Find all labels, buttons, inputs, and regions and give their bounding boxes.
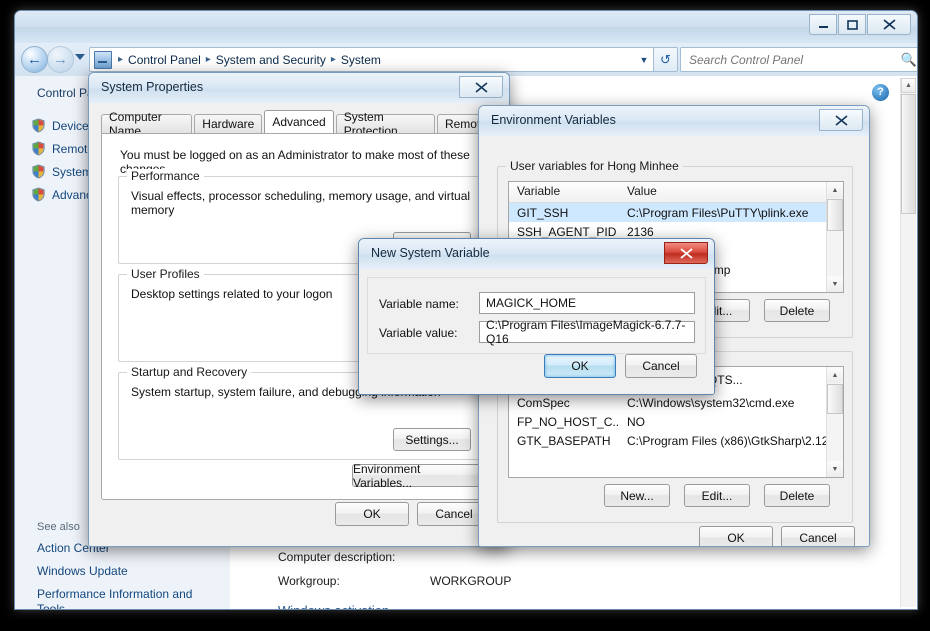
control-panel-titlebar	[15, 11, 917, 44]
back-arrow-icon[interactable]: ←	[21, 46, 48, 73]
breadcrumb-sep: ▸	[118, 54, 124, 65]
new-system-variable-cancel-button[interactable]: Cancel	[625, 354, 697, 378]
breadcrumb-item-system[interactable]: System	[339, 53, 383, 67]
table-row[interactable]: FP_NO_HOST_C... NO	[509, 412, 843, 431]
windows-activation-heading: Windows activation	[278, 603, 389, 609]
search-icon: 🔍	[900, 51, 917, 67]
scroll-down-icon[interactable]: ▼	[827, 276, 843, 292]
variable-value-input[interactable]: C:\Program Files\ImageMagick-6.7.7-Q16	[479, 318, 695, 346]
maximize-icon[interactable]	[838, 14, 866, 35]
main-scrollbar[interactable]: ▲	[900, 78, 916, 607]
user-profiles-group-label: User Profiles	[127, 267, 204, 281]
tab-computer-name[interactable]: Computer Name	[101, 110, 193, 138]
scroll-down-icon[interactable]: ▼	[827, 461, 843, 477]
tab-system-protection[interactable]: System Protection	[335, 110, 435, 138]
variable-name-label: Variable name:	[379, 297, 459, 311]
startup-recovery-settings-button[interactable]: Settings...	[393, 428, 471, 451]
table-row[interactable]: ComSpec C:\Windows\system32\cmd.exe	[509, 393, 843, 412]
cell-value: NO	[627, 414, 645, 429]
user-variables-header: Variable Value	[509, 182, 843, 203]
system-new-button[interactable]: New...	[604, 484, 670, 507]
sidebar-item-performance-information[interactable]: Performance Information and Tools	[15, 583, 202, 609]
search-input[interactable]	[687, 51, 897, 68]
minimize-icon[interactable]	[809, 14, 837, 35]
address-bar[interactable]: ▸ Control Panel ▸ System and Security ▸ …	[89, 47, 655, 72]
desktop-background: ← → ▸ Control Panel ▸ System and Securit…	[0, 0, 930, 631]
scrollbar-thumb[interactable]	[827, 199, 843, 231]
cell-value: C:\Program Files (x86)\GtkSharp\2.12\	[627, 433, 832, 448]
startup-recovery-group-label: Startup and Recovery	[127, 365, 252, 379]
system-delete-button[interactable]: Delete	[764, 484, 830, 507]
new-system-variable-title: New System Variable	[371, 246, 490, 260]
tab-advanced[interactable]: Advanced	[264, 110, 334, 133]
cell-variable: FP_NO_HOST_C...	[517, 414, 619, 429]
help-icon[interactable]: ?	[872, 84, 889, 101]
user-list-scrollbar[interactable]: ▲ ▼	[826, 182, 843, 292]
scroll-up-icon[interactable]: ▲	[827, 182, 843, 198]
table-row[interactable]: GIT_SSH C:\Program Files\PuTTY\plink.exe	[509, 203, 843, 222]
scrollbar-thumb[interactable]	[901, 94, 916, 214]
cell-variable: GTK_BASEPATH	[517, 433, 611, 448]
environment-variables-titlebar: Environment Variables	[479, 106, 869, 137]
cell-value: C:\Windows\system32\cmd.exe	[627, 395, 795, 410]
breadcrumb-sep: ▸	[330, 54, 336, 65]
breadcrumb-item-control-panel[interactable]: Control Panel	[126, 53, 203, 67]
cell-variable: SSH_AGENT_PID	[517, 224, 617, 239]
cell-value: 2136	[627, 224, 654, 239]
scrollbar-thumb[interactable]	[827, 384, 843, 414]
performance-group-label: Performance	[127, 169, 204, 183]
new-system-variable-ok-button[interactable]: OK	[544, 354, 616, 378]
cell-variable: ComSpec	[517, 395, 570, 410]
close-icon[interactable]	[664, 242, 708, 264]
shield-icon	[31, 164, 46, 179]
variable-name-input[interactable]: MAGICK_HOME	[479, 292, 695, 314]
recent-pages-chevron-icon[interactable]	[75, 54, 85, 60]
system-properties-ok-button[interactable]: OK	[335, 502, 409, 526]
environment-variables-title: Environment Variables	[491, 113, 616, 127]
breadcrumb-sep: ▸	[205, 54, 211, 65]
close-icon[interactable]	[867, 14, 911, 35]
workgroup-value: WORKGROUP	[430, 574, 512, 588]
new-system-variable-dialog: New System Variable Variable name: MAGIC…	[358, 238, 715, 395]
variable-value-label: Variable value:	[379, 326, 458, 340]
breadcrumb-item-system-and-security[interactable]: System and Security	[214, 53, 328, 67]
search-box[interactable]: 🔍	[680, 47, 917, 72]
user-profiles-description: Desktop settings related to your logon	[131, 287, 333, 301]
shield-icon	[31, 187, 46, 202]
new-system-variable-titlebar: New System Variable	[359, 239, 714, 270]
scroll-up-icon[interactable]: ▲	[827, 367, 843, 383]
computer-icon	[94, 50, 112, 69]
environment-variables-cancel-button[interactable]: Cancel	[781, 526, 855, 546]
sidebar-item-windows-update[interactable]: Windows Update	[15, 560, 230, 583]
table-row[interactable]: GTK_BASEPATH C:\Program Files (x86)\GtkS…	[509, 431, 843, 450]
computer-description-label: Computer description:	[278, 550, 396, 564]
cell-variable: GIT_SSH	[517, 205, 569, 220]
shield-icon	[31, 118, 46, 133]
user-delete-button[interactable]: Delete	[764, 299, 830, 322]
tabstrip: Computer Name Hardware Advanced System P…	[101, 110, 497, 138]
user-variables-group-label: User variables for Hong Minhee	[506, 159, 683, 173]
environment-variables-button[interactable]: Environment Variables...	[352, 462, 482, 490]
environment-variables-ok-button[interactable]: OK	[699, 526, 773, 546]
tab-hardware[interactable]: Hardware	[194, 114, 263, 133]
system-edit-button[interactable]: Edit...	[684, 484, 750, 507]
close-icon[interactable]	[819, 109, 863, 131]
chevron-down-icon[interactable]: ▼	[636, 55, 652, 65]
workgroup-label: Workgroup:	[278, 574, 340, 588]
shield-icon	[31, 141, 46, 156]
performance-description: Visual effects, processor scheduling, me…	[131, 189, 471, 217]
window-controls	[809, 14, 911, 35]
new-system-variable-body: Variable name: MAGICK_HOME Variable valu…	[359, 269, 714, 394]
close-icon[interactable]	[459, 76, 503, 98]
system-properties-title: System Properties	[101, 80, 204, 94]
column-header-value[interactable]: Value	[619, 182, 843, 202]
column-header-variable[interactable]: Variable	[509, 182, 619, 202]
system-properties-titlebar: System Properties	[89, 73, 509, 104]
refresh-icon[interactable]: ↺	[653, 47, 678, 72]
cell-value: C:\Program Files\PuTTY\plink.exe	[627, 205, 809, 220]
system-list-scrollbar[interactable]: ▲ ▼	[826, 367, 843, 477]
scroll-up-icon[interactable]: ▲	[901, 78, 916, 93]
forward-arrow-icon[interactable]: →	[47, 46, 74, 73]
